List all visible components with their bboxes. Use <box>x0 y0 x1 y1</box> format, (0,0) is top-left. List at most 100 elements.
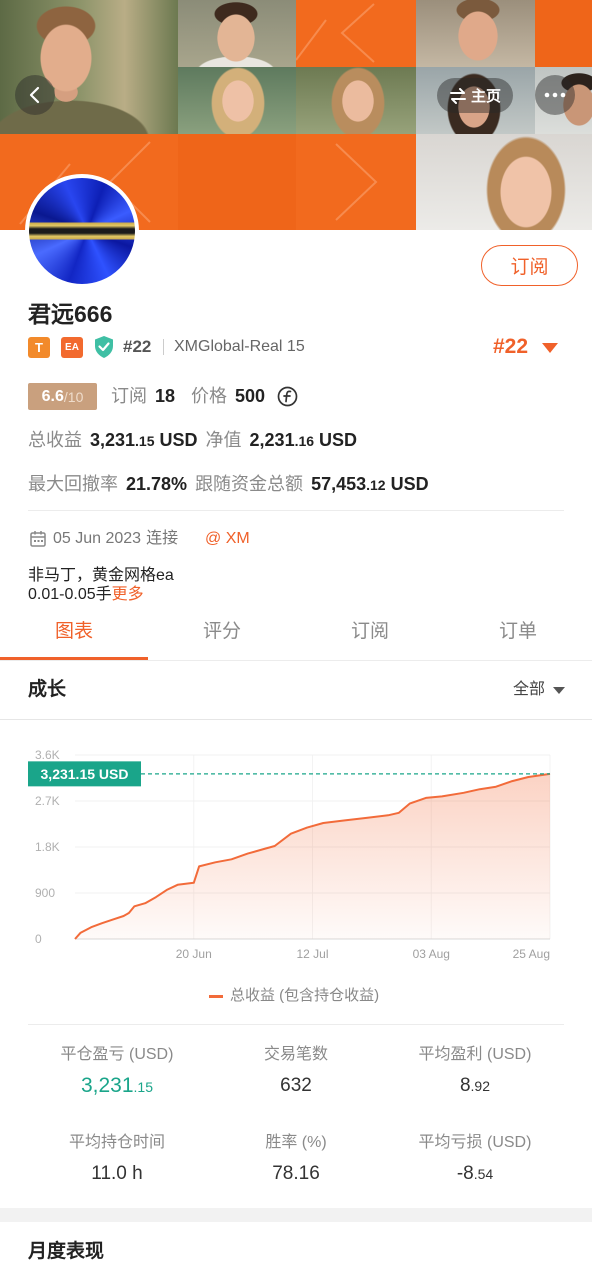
description-line-2: 0.01-0.05手更多 <box>28 585 144 604</box>
shield-check-icon <box>95 336 113 358</box>
stat-label: 平均亏损 (USD) <box>418 1134 532 1151</box>
stat-value-dec: .92 <box>470 1078 491 1094</box>
follow-funds-int: 57,453 <box>311 474 367 494</box>
more-dots-icon <box>544 92 566 98</box>
rating-max: /10 <box>63 388 84 405</box>
caret-down-icon <box>553 687 565 694</box>
banner-pattern-tile <box>296 134 416 230</box>
subscribe-button[interactable]: 订阅 <box>481 245 578 286</box>
rank-label: #22 <box>123 337 152 356</box>
stat-label: 胜率 (%) <box>265 1134 327 1151</box>
banner-photo <box>416 0 535 67</box>
rank-highlight: #22 <box>493 335 529 358</box>
banner-pattern-tile <box>296 0 416 67</box>
banner-photo <box>178 0 296 67</box>
y-tick-label: 900 <box>35 886 55 900</box>
x-tick-label: 20 Jun <box>176 947 212 961</box>
rank-dropdown[interactable]: #22 <box>490 333 562 361</box>
tab-rating[interactable]: 评分 <box>148 607 296 657</box>
stat-value-int: -8 <box>456 1163 474 1184</box>
follow-funds-unit: USD <box>390 474 429 494</box>
tabs-divider <box>0 660 592 661</box>
growth-filter-label: 全部 <box>513 681 546 698</box>
stat-closed-pnl: 平仓盈亏 (USD) 3,231.15 <box>28 1044 206 1101</box>
price-value: 500 <box>235 386 266 406</box>
back-button[interactable] <box>15 75 55 115</box>
description-text: 0.01-0.05手 <box>28 586 112 603</box>
tab-subscribe[interactable]: 订阅 <box>296 607 444 657</box>
equity-dec: .16 <box>294 433 315 449</box>
drawdown-row: 最大回撤率 21.78% 跟随资金总额 57,453.12 USD <box>28 472 437 497</box>
stat-value-int: 3,231 <box>80 1074 134 1097</box>
returns-row: 总收益 3,231.15 USD 净值 2,231.16 USD <box>28 428 365 453</box>
stat-win-rate: 胜率 (%) 78.16 <box>207 1132 385 1188</box>
stat-value-int: 11.0 h <box>91 1163 143 1184</box>
home-label: 主页 <box>470 88 501 105</box>
avatar[interactable] <box>25 174 139 288</box>
banner-photo <box>178 67 296 134</box>
stat-avg-loss: 平均亏损 (USD) -8.54 <box>386 1132 564 1188</box>
more-button[interactable] <box>535 75 575 115</box>
growth-filter-dropdown[interactable]: 全部 <box>510 678 570 702</box>
banner-photo <box>0 0 178 134</box>
section-separator <box>0 1208 592 1222</box>
stat-value: -8.54 <box>386 1160 564 1188</box>
subscribers-label: 订阅 <box>111 386 147 406</box>
subscribers-row: 订阅 18 价格 500 <box>111 384 271 408</box>
equity-int: 2,231 <box>249 430 295 450</box>
trader-name: 君远666 <box>28 301 113 327</box>
stat-value-int: 8 <box>459 1075 471 1096</box>
connected-info: 05 Jun 2023 连接 <box>53 528 178 550</box>
max-drawdown-value: 21.78% <box>126 474 188 494</box>
badge-t: T <box>28 337 50 358</box>
broker-link[interactable]: @ XM <box>205 528 250 550</box>
monthly-title: 月度表现 <box>28 1241 105 1262</box>
more-link[interactable]: 更多 <box>112 586 144 603</box>
growth-title: 成长 <box>28 679 67 700</box>
connected-date: 05 Jun 2023 <box>53 530 142 547</box>
y-tick-label: 1.8K <box>35 840 60 854</box>
growth-chart: 0 900 1.8K 2.7K 3.6K 20 Jun 12 Jul 03 Aug 25 Aug… <box>28 748 551 961</box>
equity-value: 2,231.16 USD <box>250 430 358 450</box>
tab-orders[interactable]: 订单 <box>444 607 592 657</box>
legend-label: 总收益 (包含持仓收益) <box>230 987 380 1004</box>
pattern-chevron-icon <box>335 143 378 221</box>
separator <box>163 339 164 355</box>
divider <box>28 510 564 511</box>
total-return-label: 总收益 <box>28 430 82 450</box>
stat-value: 8.92 <box>386 1072 564 1100</box>
y-tick-label: 2.7K <box>35 794 60 808</box>
rating-badge: 6.6/10 <box>28 383 97 410</box>
rating-value: 6.6 <box>41 387 64 405</box>
stat-avg-profit: 平均盈利 (USD) 8.92 <box>386 1044 564 1100</box>
last-value-label: 3,231.15 USD <box>41 766 129 782</box>
tab-chart[interactable]: 图表 <box>0 607 148 657</box>
equity-label: 净值 <box>205 430 242 450</box>
stat-avg-holding-time: 平均持仓时间 11.0 h <box>28 1132 206 1188</box>
stat-trades: 交易笔数 632 <box>207 1044 385 1100</box>
account-name: XMGlobal-Real 15 <box>174 338 305 355</box>
follow-funds-label: 跟随资金总额 <box>195 474 304 494</box>
stat-label: 平均盈利 (USD) <box>418 1046 532 1063</box>
total-return-int: 3,231 <box>90 430 136 450</box>
home-button[interactable]: 主页 <box>437 78 513 113</box>
banner-tile <box>535 0 592 67</box>
banner-tile <box>178 134 296 230</box>
stat-value-dec: .54 <box>473 1166 494 1182</box>
stat-label: 平仓盈亏 (USD) <box>60 1046 174 1063</box>
banner-photo <box>296 67 416 134</box>
stat-value-int: 78.16 <box>272 1163 320 1184</box>
legend-swatch <box>209 995 223 998</box>
connected-label: 连接 <box>146 530 179 547</box>
badge-ea: EA <box>61 337 83 358</box>
total-return-unit: USD <box>159 430 198 450</box>
equity-unit: USD <box>319 430 358 450</box>
growth-divider <box>0 719 592 720</box>
swap-icon <box>449 87 466 104</box>
stat-value-dec: .15 <box>133 1079 154 1095</box>
stat-label: 交易笔数 <box>263 1046 328 1063</box>
banner-photo <box>416 134 592 230</box>
subscribers-count: 18 <box>155 386 176 406</box>
pattern-chevron-icon <box>296 3 375 63</box>
stat-value: 632 <box>207 1072 385 1100</box>
